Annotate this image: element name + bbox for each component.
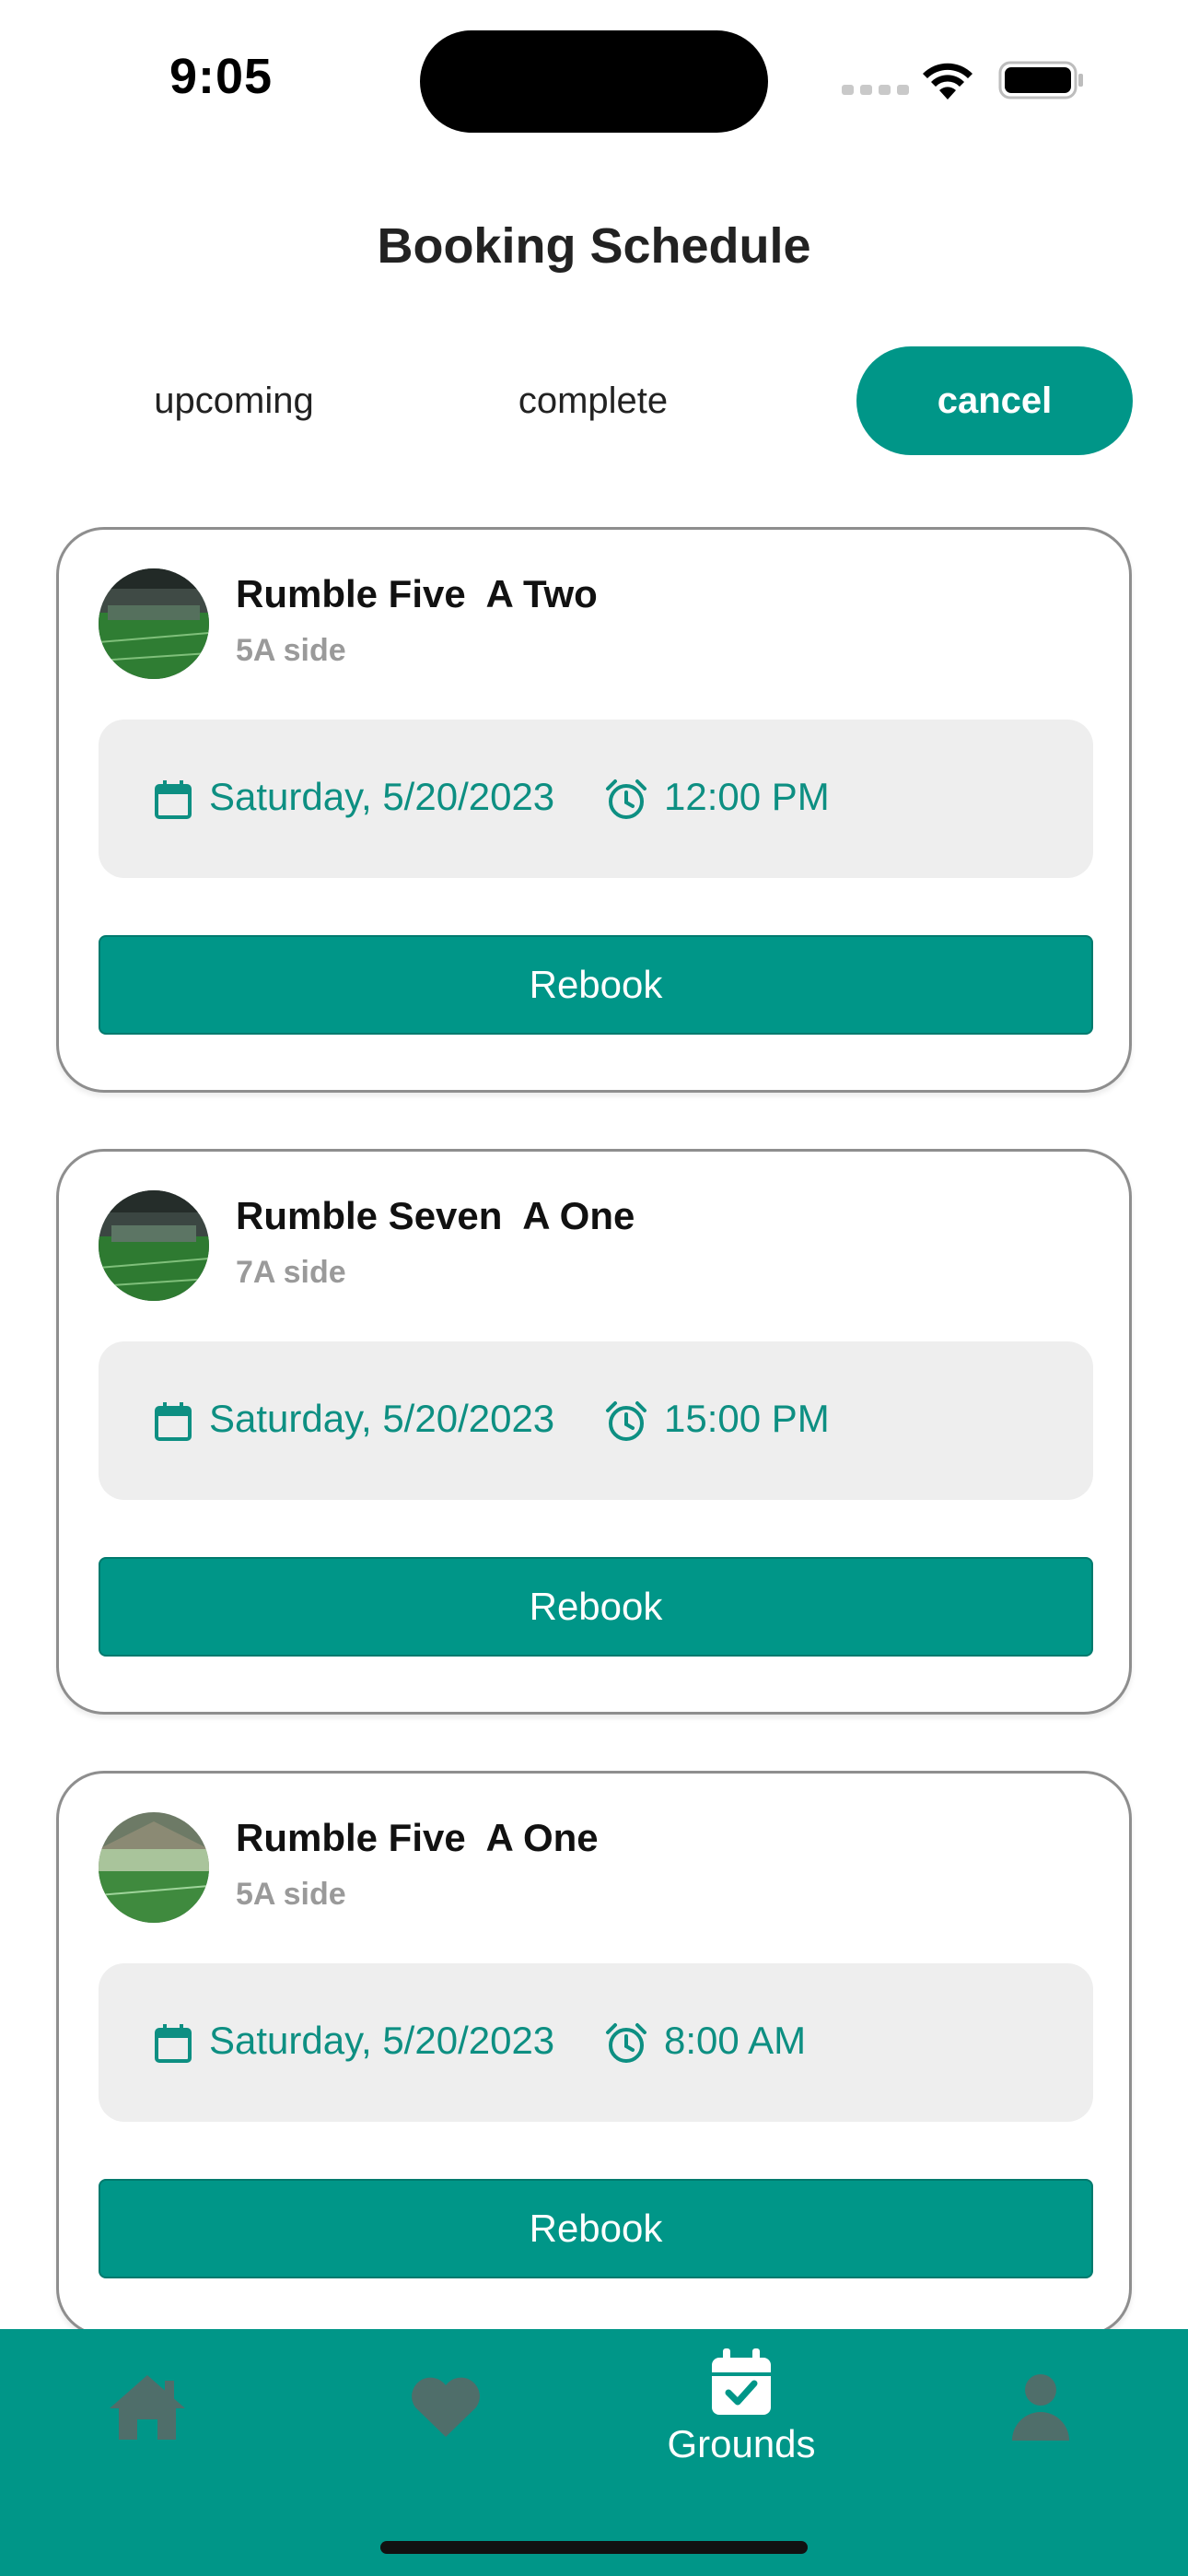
booking-card: Rumble Five A One 5A side Saturday, 5/20… (56, 1771, 1132, 2336)
page-title: Booking Schedule (377, 218, 811, 274)
booking-card: Rumble Seven A One 7A side Saturday, 5/2… (56, 1149, 1132, 1715)
calendar-icon (155, 2024, 192, 2063)
heart-icon (412, 2377, 480, 2437)
tab-complete[interactable]: complete (468, 346, 718, 455)
alarm-clock-icon (606, 1401, 646, 1441)
ground-name: Rumble Five A One (236, 1816, 599, 1859)
booking-schedule-screen: 9:05 Booking Schedule upcoming complete … (0, 0, 1188, 2576)
dynamic-island (420, 30, 768, 133)
slot-info: Saturday, 5/20/2023 8:00 AM (99, 1963, 1093, 2122)
ground-name: Rumble Five A Two (236, 572, 598, 615)
bottom-navigation: Grounds (0, 2329, 1188, 2576)
nav-profile[interactable] (995, 2329, 1087, 2486)
ground-type: 7A side (236, 1255, 346, 1290)
ground-avatar (99, 1190, 209, 1301)
cellular-signal-icon (842, 85, 909, 95)
calendar-check-icon (712, 2348, 771, 2415)
nav-favorites[interactable] (400, 2329, 492, 2486)
nav-grounds[interactable]: Grounds (645, 2329, 838, 2486)
ground-name: Rumble Seven A One (236, 1194, 635, 1237)
booking-date: Saturday, 5/20/2023 (209, 1397, 555, 1440)
home-indicator (380, 2541, 808, 2554)
wifi-icon (923, 63, 973, 100)
alarm-clock-icon (606, 2023, 646, 2063)
home-icon (110, 2375, 185, 2440)
rebook-button[interactable]: Rebook (99, 1557, 1093, 1657)
booking-date: Saturday, 5/20/2023 (209, 775, 555, 818)
calendar-icon (155, 780, 192, 819)
person-icon (1012, 2374, 1069, 2441)
ground-type: 5A side (236, 633, 346, 668)
booking-card: Rumble Five A Two 5A side Saturday, 5/20… (56, 527, 1132, 1093)
calendar-icon (155, 1402, 192, 1441)
tab-cancel[interactable]: cancel (856, 346, 1133, 455)
rebook-button[interactable]: Rebook (99, 2179, 1093, 2278)
slot-info: Saturday, 5/20/2023 15:00 PM (99, 1341, 1093, 1500)
status-time: 9:05 (169, 49, 274, 104)
slot-info: Saturday, 5/20/2023 12:00 PM (99, 720, 1093, 878)
nav-grounds-label: Grounds (667, 2422, 816, 2465)
battery-icon (998, 61, 1083, 100)
ground-type: 5A side (236, 1877, 346, 1912)
booking-time: 12:00 PM (664, 775, 830, 818)
booking-time: 15:00 PM (664, 1397, 830, 1440)
ground-avatar (99, 1812, 209, 1923)
rebook-button[interactable]: Rebook (99, 935, 1093, 1035)
alarm-clock-icon (606, 779, 646, 819)
ground-avatar (99, 568, 209, 679)
nav-home[interactable] (101, 2329, 193, 2486)
booking-date: Saturday, 5/20/2023 (209, 2019, 555, 2062)
booking-time: 8:00 AM (664, 2019, 807, 2062)
tab-upcoming[interactable]: upcoming (111, 346, 357, 455)
